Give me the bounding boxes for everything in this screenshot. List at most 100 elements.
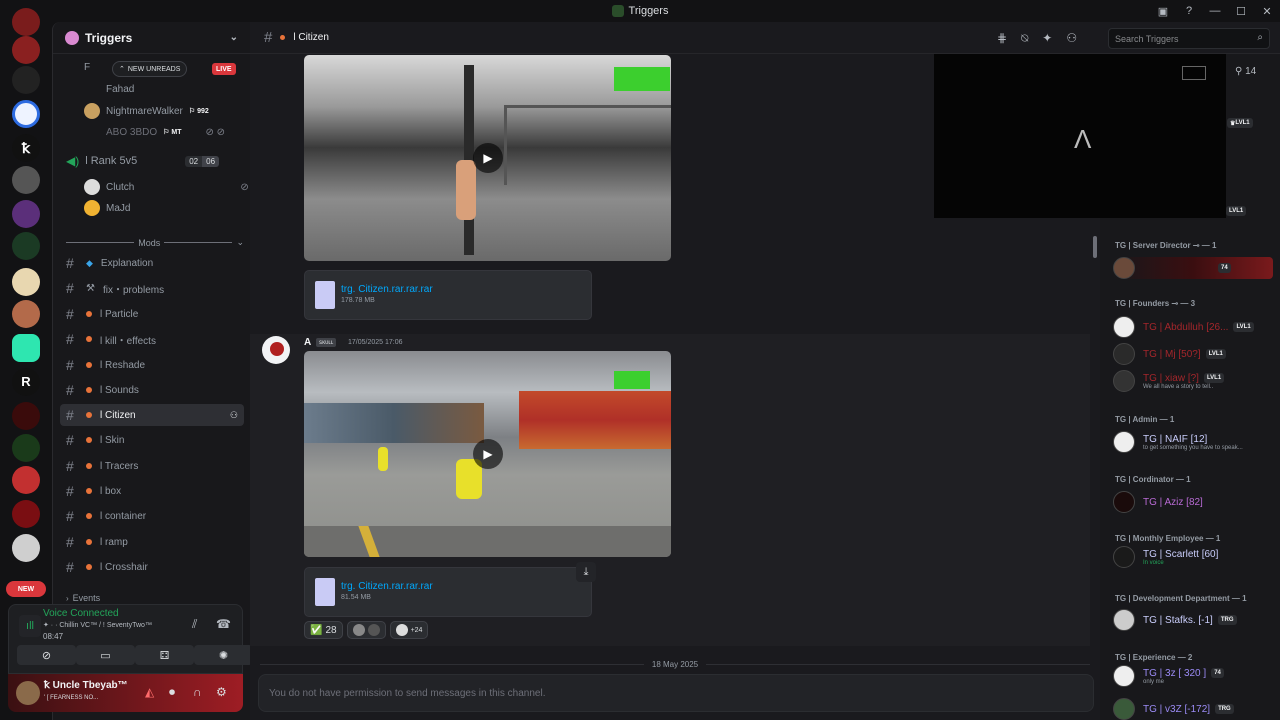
server-icon[interactable] xyxy=(12,200,40,228)
author-name[interactable]: A xyxy=(304,337,311,348)
maximize-button[interactable]: ☐ xyxy=(1228,5,1254,18)
file-link[interactable]: trg. Citizen.rar.rar.rar xyxy=(341,581,433,592)
channel-item[interactable]: # l ramp xyxy=(60,531,244,553)
channel-item[interactable]: # l Skin xyxy=(60,429,244,451)
member-item[interactable]: TG | 3z [ 320 ] 74 only me xyxy=(1113,665,1224,687)
search-input[interactable]: Search Triggers ⌕ xyxy=(1108,28,1270,49)
voice-user[interactable]: F xyxy=(84,62,90,73)
voice-user[interactable]: Clutch ⊘ xyxy=(84,179,249,195)
server-icon[interactable] xyxy=(12,166,40,194)
server-icon[interactable] xyxy=(12,402,40,430)
server-icon[interactable] xyxy=(12,66,40,94)
author-avatar[interactable] xyxy=(262,336,290,364)
disconnect-icon[interactable]: ☎ xyxy=(216,617,231,631)
channel-item[interactable]: # ⚒ fix・problems xyxy=(60,277,244,299)
voice-user[interactable]: NightmareWalker ⚐ 992 xyxy=(84,103,209,119)
guild-tag[interactable]: ꜱᴋᴜʟʟ xyxy=(316,338,337,347)
member-group-heading: TG | Experience — 2 xyxy=(1115,653,1193,662)
member-item[interactable]: TG | Abdulluh [26... LVL1 xyxy=(1113,316,1254,338)
voice-user[interactable]: MaJd xyxy=(84,200,130,216)
new-unreads-pill[interactable]: ⌃ NEW UNREADS xyxy=(112,61,188,77)
server-icon[interactable] xyxy=(12,268,40,296)
help-icon[interactable]: ? xyxy=(1176,5,1202,17)
user-name[interactable]: ꝁ Uncle Tbeyab™ xyxy=(44,680,128,691)
channel-item[interactable]: # l Tracers xyxy=(60,455,244,477)
video-attachment[interactable]: ▶ xyxy=(304,55,671,261)
user-panel: ꝁ Uncle Tbeyab™ ' [ FEARNESS NO... ◭ ⏺ ∩… xyxy=(8,674,243,712)
server-icon[interactable] xyxy=(12,334,40,362)
category-events[interactable]: › Events xyxy=(66,593,146,603)
members-icon[interactable]: ⚇ xyxy=(1066,31,1077,46)
voice-channel-rank[interactable]: ◀) l Rank 5v5 02 06 xyxy=(66,154,220,168)
muted-icon: ⊘ xyxy=(240,181,249,193)
member-item[interactable]: TG | Scarlett [60] In voice xyxy=(1113,546,1218,568)
play-icon[interactable]: ▶ xyxy=(473,439,503,469)
member-item[interactable]: 74 xyxy=(1113,257,1273,279)
pin-icon[interactable]: ✦ xyxy=(1042,31,1052,46)
reaction-custom[interactable] xyxy=(346,621,386,639)
play-icon[interactable]: ▶ xyxy=(473,143,503,173)
camera-off-button[interactable]: ⊘ xyxy=(17,645,76,665)
server-icon[interactable] xyxy=(12,466,40,494)
notification-mute-icon[interactable]: ⍉ xyxy=(1021,31,1028,46)
threads-icon[interactable]: ⋕ xyxy=(997,31,1007,46)
voice-user[interactable]: Fahad xyxy=(106,84,134,95)
member-item[interactable]: TG | Mj [50?] LVL1 xyxy=(1113,343,1226,365)
file-attachment[interactable]: trg. Citizen.rar.rar.rar 81.54 MB xyxy=(304,567,592,617)
screen-share-button[interactable]: ▭ xyxy=(76,645,135,665)
voice-channel-name[interactable]: ✦ · · Chillin VC™ / ! SeventyTwo™ xyxy=(43,621,152,629)
user-avatar[interactable] xyxy=(16,681,40,705)
server-icon[interactable]: ꝁ xyxy=(12,134,40,162)
channel-item[interactable]: # ◆ Explanation xyxy=(60,252,244,274)
channel-item[interactable]: # l container xyxy=(60,505,244,527)
server-icon[interactable] xyxy=(12,8,40,36)
channel-item[interactable]: # l kill・effects xyxy=(60,328,244,350)
mic-icon[interactable]: ⏺ xyxy=(169,685,175,700)
reaction-check[interactable]: ✅ 28 xyxy=(304,621,343,639)
noise-suppression-icon[interactable]: ⫽ xyxy=(192,617,197,632)
video-attachment[interactable]: ▶ xyxy=(304,351,671,557)
member-item[interactable]: TG | NAIF [12] to get something you have … xyxy=(1113,431,1243,453)
channel-item[interactable]: # l Citizen ⚇ xyxy=(60,404,244,426)
scrollbar[interactable] xyxy=(1093,236,1097,258)
new-badge[interactable]: NEW xyxy=(6,581,46,597)
member-item[interactable]: TG | v3Z [-172] TRG xyxy=(1113,698,1234,720)
text-channel-icon: # xyxy=(66,331,74,347)
inbox-icon[interactable]: ▣ xyxy=(1150,5,1176,18)
game-icon[interactable]: ◭ xyxy=(145,685,154,699)
channel-item[interactable]: # l Reshade xyxy=(60,354,244,376)
server-icon[interactable] xyxy=(12,36,40,64)
server-icon[interactable]: R xyxy=(12,368,40,396)
voice-status[interactable]: Voice Connected xyxy=(43,608,119,619)
category-mods[interactable]: Mods ⌄ xyxy=(66,237,244,248)
close-button[interactable]: ✕ xyxy=(1254,5,1280,18)
headphones-icon[interactable]: ∩ xyxy=(193,685,202,699)
minimize-button[interactable]: — xyxy=(1202,5,1228,17)
server-icon[interactable] xyxy=(12,232,40,260)
archive-file-icon xyxy=(315,578,335,606)
guild-header[interactable]: Triggers ⌄ xyxy=(53,22,250,54)
voice-user[interactable]: ABO 3BDO ⚐ MT ⊘ ⊘ xyxy=(84,124,225,140)
server-icon[interactable] xyxy=(12,100,40,128)
guild-icon xyxy=(65,30,79,45)
file-link[interactable]: trg. Citizen.rar.rar.rar xyxy=(341,284,433,295)
member-item[interactable]: TG | xiaw [?] LVL1 We all have a story to … xyxy=(1113,370,1225,392)
channel-item[interactable]: # l box xyxy=(60,480,244,502)
channel-item[interactable]: # l Crosshair xyxy=(60,556,244,578)
download-icon[interactable]: ⤓ xyxy=(576,562,596,582)
member-item[interactable]: TG | Stafks. [-1] TRG xyxy=(1113,609,1237,631)
soundboard-button[interactable]: ✺ xyxy=(194,645,253,665)
member-item[interactable]: TG | Aziz [82] xyxy=(1113,491,1203,513)
activity-button[interactable]: ⚃ xyxy=(135,645,194,665)
server-icon[interactable] xyxy=(12,534,40,562)
server-icon[interactable] xyxy=(12,300,40,328)
stream-overlay[interactable]: Λ LVL1 xyxy=(934,54,1247,218)
add-member-icon[interactable]: ⚇ xyxy=(230,410,238,421)
server-icon[interactable] xyxy=(12,434,40,462)
server-icon[interactable] xyxy=(12,500,40,528)
channel-item[interactable]: # l Particle xyxy=(60,303,244,325)
reaction-more[interactable]: +24 xyxy=(389,621,429,639)
file-attachment[interactable]: trg. Citizen.rar.rar.rar 178.78 MB xyxy=(304,270,592,320)
settings-gear-icon[interactable]: ⚙ xyxy=(216,685,227,699)
channel-item[interactable]: # l Sounds xyxy=(60,379,244,401)
